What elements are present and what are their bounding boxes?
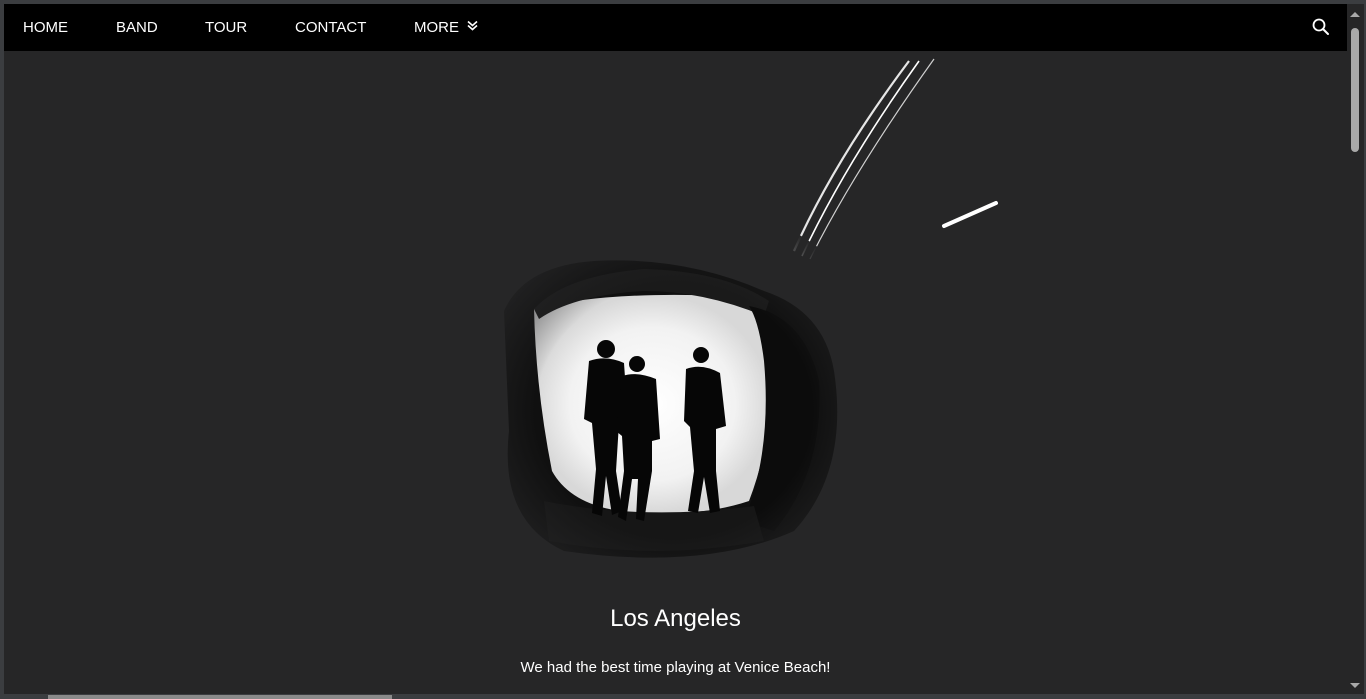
nav-home[interactable]: HOME bbox=[23, 4, 68, 51]
city-description: We had the best time playing at Venice B… bbox=[520, 659, 831, 676]
nav-more-label: MORE bbox=[414, 19, 459, 36]
scroll-up-arrow-icon[interactable] bbox=[1350, 12, 1360, 17]
page-frame: HOME BAND TOUR CONTACT MORE Los Angeles … bbox=[4, 4, 1347, 694]
city-title: Los Angeles bbox=[610, 605, 741, 632]
horizontal-scrollbar-thumb[interactable] bbox=[48, 695, 392, 699]
hero-image bbox=[4, 51, 1347, 621]
search-icon bbox=[1312, 18, 1329, 35]
top-navbar: HOME BAND TOUR CONTACT MORE bbox=[4, 4, 1347, 51]
chevron-down-double-icon bbox=[467, 4, 478, 50]
scroll-down-arrow-icon[interactable] bbox=[1350, 683, 1360, 688]
nav-contact[interactable]: CONTACT bbox=[295, 4, 366, 51]
scrollbar-thumb[interactable] bbox=[1351, 28, 1359, 152]
vertical-scrollbar[interactable] bbox=[1347, 4, 1364, 694]
search-button[interactable] bbox=[1311, 17, 1331, 37]
nav-tour[interactable]: TOUR bbox=[205, 4, 247, 51]
nav-more[interactable]: MORE bbox=[414, 4, 478, 51]
nav-band[interactable]: BAND bbox=[116, 4, 158, 51]
